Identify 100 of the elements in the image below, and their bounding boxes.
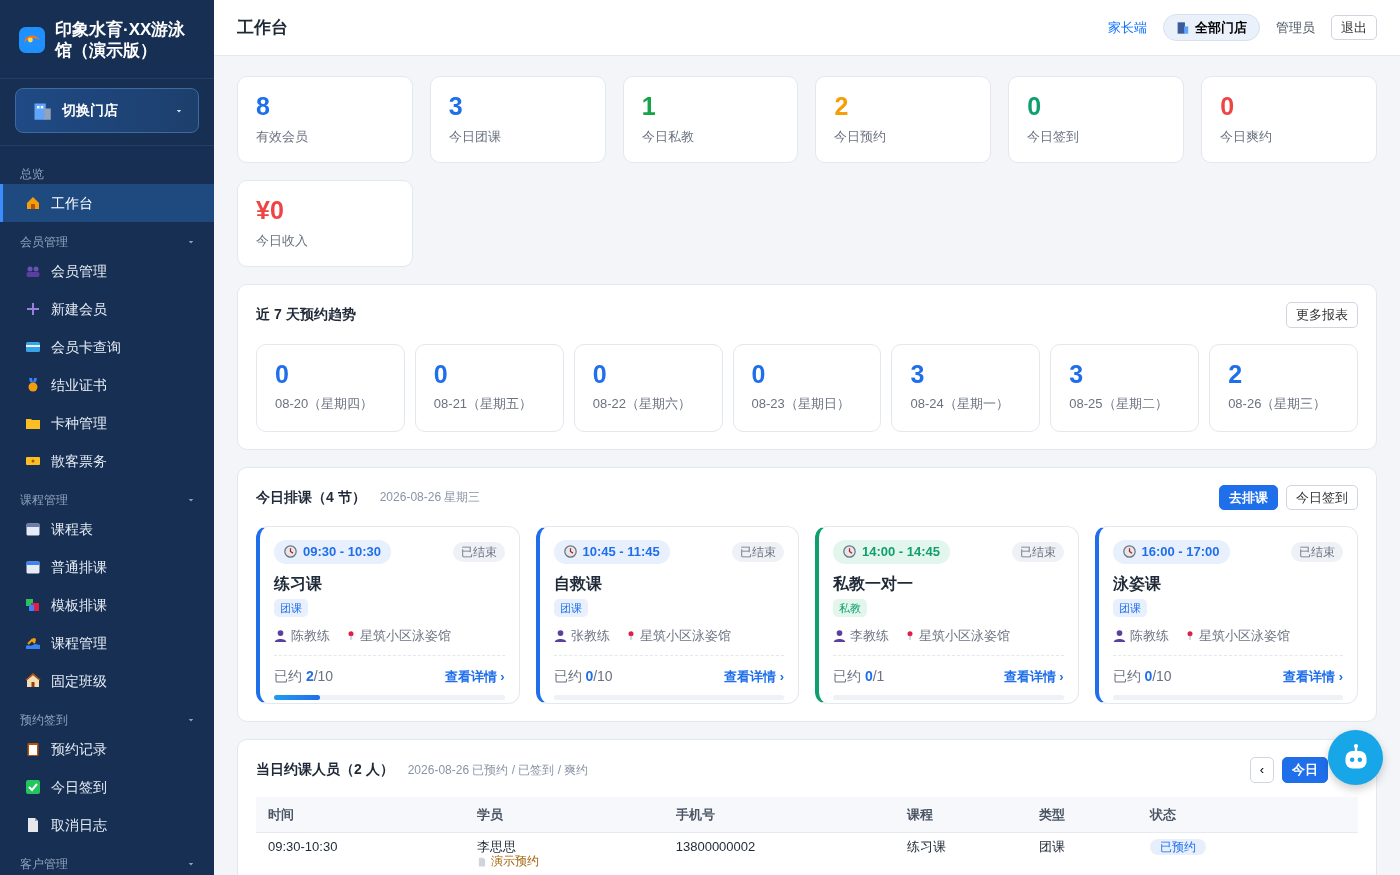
person-icon <box>553 628 567 642</box>
clipboard-icon <box>25 741 41 757</box>
panel-title: 近 7 天预约趋势 <box>256 305 356 325</box>
details-link[interactable]: 查看详情 › <box>1003 666 1064 687</box>
status-badge: 已结束 <box>732 541 784 562</box>
sidebar-item[interactable]: 新建会员 <box>0 290 214 328</box>
clock-icon <box>1122 545 1136 559</box>
clock-icon <box>563 545 577 559</box>
venue-name: 星筑小区泳姿馆 <box>919 626 1010 645</box>
table-cell: 团课 <box>1039 839 1066 854</box>
sidebar-item[interactable]: 会员卡查询 <box>0 328 214 366</box>
time-range: 14:00 - 14:45 <box>833 540 951 564</box>
group-title: 课程管理 <box>20 491 68 509</box>
stat-label: 今日团课 <box>448 127 502 146</box>
sidebar-item[interactable]: 工作台 <box>0 184 214 222</box>
day-count: 3 <box>910 360 926 388</box>
details-link[interactable]: 查看详情 › <box>724 666 784 687</box>
course-name: 自救课 <box>553 573 603 594</box>
column-header: 时间 <box>256 796 466 833</box>
previous-day-button[interactable]: ‹ <box>1249 757 1274 783</box>
course-type-tag: 私教 <box>833 598 867 617</box>
details-link[interactable]: 查看详情 › <box>444 666 505 687</box>
status-badge: 已预约 <box>1149 839 1206 855</box>
day-date: 08-22（星期六） <box>592 395 692 413</box>
stat-label: 今日私教 <box>641 127 695 146</box>
document-icon <box>477 856 488 867</box>
store-switcher[interactable]: 切换门店 <box>15 88 199 133</box>
assistant-button[interactable] <box>1328 730 1383 785</box>
time-range: 10:45 - 11:45 <box>553 540 670 564</box>
day-date: 08-26（星期三） <box>1228 395 1328 413</box>
school-icon <box>25 673 41 689</box>
check-in-button[interactable]: 今日签到 <box>1286 484 1358 510</box>
schedule-date: 2026-08-26 星期三 <box>379 489 482 507</box>
table-cell: 13800000002 <box>675 839 756 854</box>
calendar-icon <box>25 521 41 537</box>
sidebar-item[interactable]: 取消日志 <box>0 806 214 844</box>
details-link[interactable]: 查看详情 › <box>1283 666 1343 687</box>
stat-value: 2 <box>834 93 850 121</box>
brand-name: 印象水育·XX游泳馆（演示版） <box>55 18 187 62</box>
day-count: 0 <box>751 360 767 388</box>
table-cell: 09:30-10:30 <box>268 839 338 854</box>
status-badge: 已结束 <box>452 541 505 562</box>
stat-label: 今日预约 <box>834 127 888 146</box>
table-cell: 练习课 <box>907 839 947 854</box>
day-count: 0 <box>592 360 608 388</box>
status-badge: 已结束 <box>1011 541 1064 562</box>
reports-button[interactable]: 更多报表 <box>1286 302 1358 328</box>
today-button[interactable]: 今日 <box>1282 757 1328 783</box>
stat-label: 今日爽约 <box>1220 127 1274 146</box>
blocks-icon <box>25 597 41 613</box>
sidebar-item[interactable]: 课程管理 <box>0 624 214 662</box>
course-type-tag: 团课 <box>274 598 308 617</box>
panel-title: 今日排课（4 节） <box>256 487 366 507</box>
sidebar-item[interactable]: 今日签到 <box>0 768 214 806</box>
attendees-summary: 2026-08-26 已预约 / 已签到 / 爽约 <box>407 761 590 779</box>
caret-icon <box>176 107 182 114</box>
time-range: 16:00 - 17:00 <box>1112 540 1230 564</box>
group-title: 会员管理 <box>20 233 68 251</box>
sidebar-item[interactable]: 课程表 <box>0 510 214 548</box>
person-icon <box>274 628 287 642</box>
user-name: 管理员 <box>1276 18 1315 37</box>
check-icon <box>25 779 41 795</box>
coach-name: 李教练 <box>850 626 889 645</box>
schedule-button[interactable]: 去排课 <box>1219 484 1278 510</box>
time-range: 09:30 - 10:30 <box>274 540 392 564</box>
day-date: 08-21（星期五） <box>433 395 534 413</box>
coach-name: 陈教练 <box>291 626 330 645</box>
column-header: 课程 <box>895 796 1028 833</box>
parent-portal-link[interactable]: 家长端 <box>1108 17 1147 38</box>
venue-name: 星筑小区泳姿馆 <box>639 626 731 645</box>
sidebar-item[interactable]: 预约记录 <box>0 730 214 768</box>
day-count: 0 <box>433 360 449 388</box>
day-date: 08-23（星期日） <box>751 395 851 413</box>
sidebar-item[interactable]: 普通排课 <box>0 548 214 586</box>
calendar-icon <box>25 559 41 575</box>
student-name: 李思思 <box>477 840 518 855</box>
building-icon <box>1176 20 1189 35</box>
sidebar-item[interactable]: 固定班级 <box>0 662 214 700</box>
stat-label: 有效会员 <box>256 127 309 146</box>
card-icon <box>25 339 41 355</box>
house-icon <box>25 195 41 211</box>
sidebar-item[interactable]: 结业证书 <box>0 366 214 404</box>
store-filter[interactable]: 全部门店 <box>1163 13 1260 42</box>
sidebar-item[interactable]: 会员管理 <box>0 252 214 290</box>
stat-value: 3 <box>448 93 464 121</box>
day-date: 08-24（星期一） <box>910 395 1010 413</box>
stat-label: 今日收入 <box>256 231 309 250</box>
logout-button[interactable]: 退出 <box>1331 14 1377 41</box>
sidebar-item[interactable]: 模板排课 <box>0 586 214 624</box>
course-type-tag: 团课 <box>553 598 588 617</box>
sidebar-item[interactable]: 散客票务 <box>0 442 214 480</box>
column-header: 学员 <box>465 796 664 833</box>
sidebar-item[interactable]: 卡种管理 <box>0 404 214 442</box>
plus-icon <box>25 301 41 317</box>
column-header: 状态 <box>1137 796 1358 833</box>
booking-note: 演示预约 <box>491 854 540 869</box>
stat-value: 0 <box>1220 93 1236 121</box>
document-icon <box>25 817 41 833</box>
coach-name: 陈教练 <box>1129 626 1169 645</box>
group-title: 总览 <box>20 165 44 183</box>
